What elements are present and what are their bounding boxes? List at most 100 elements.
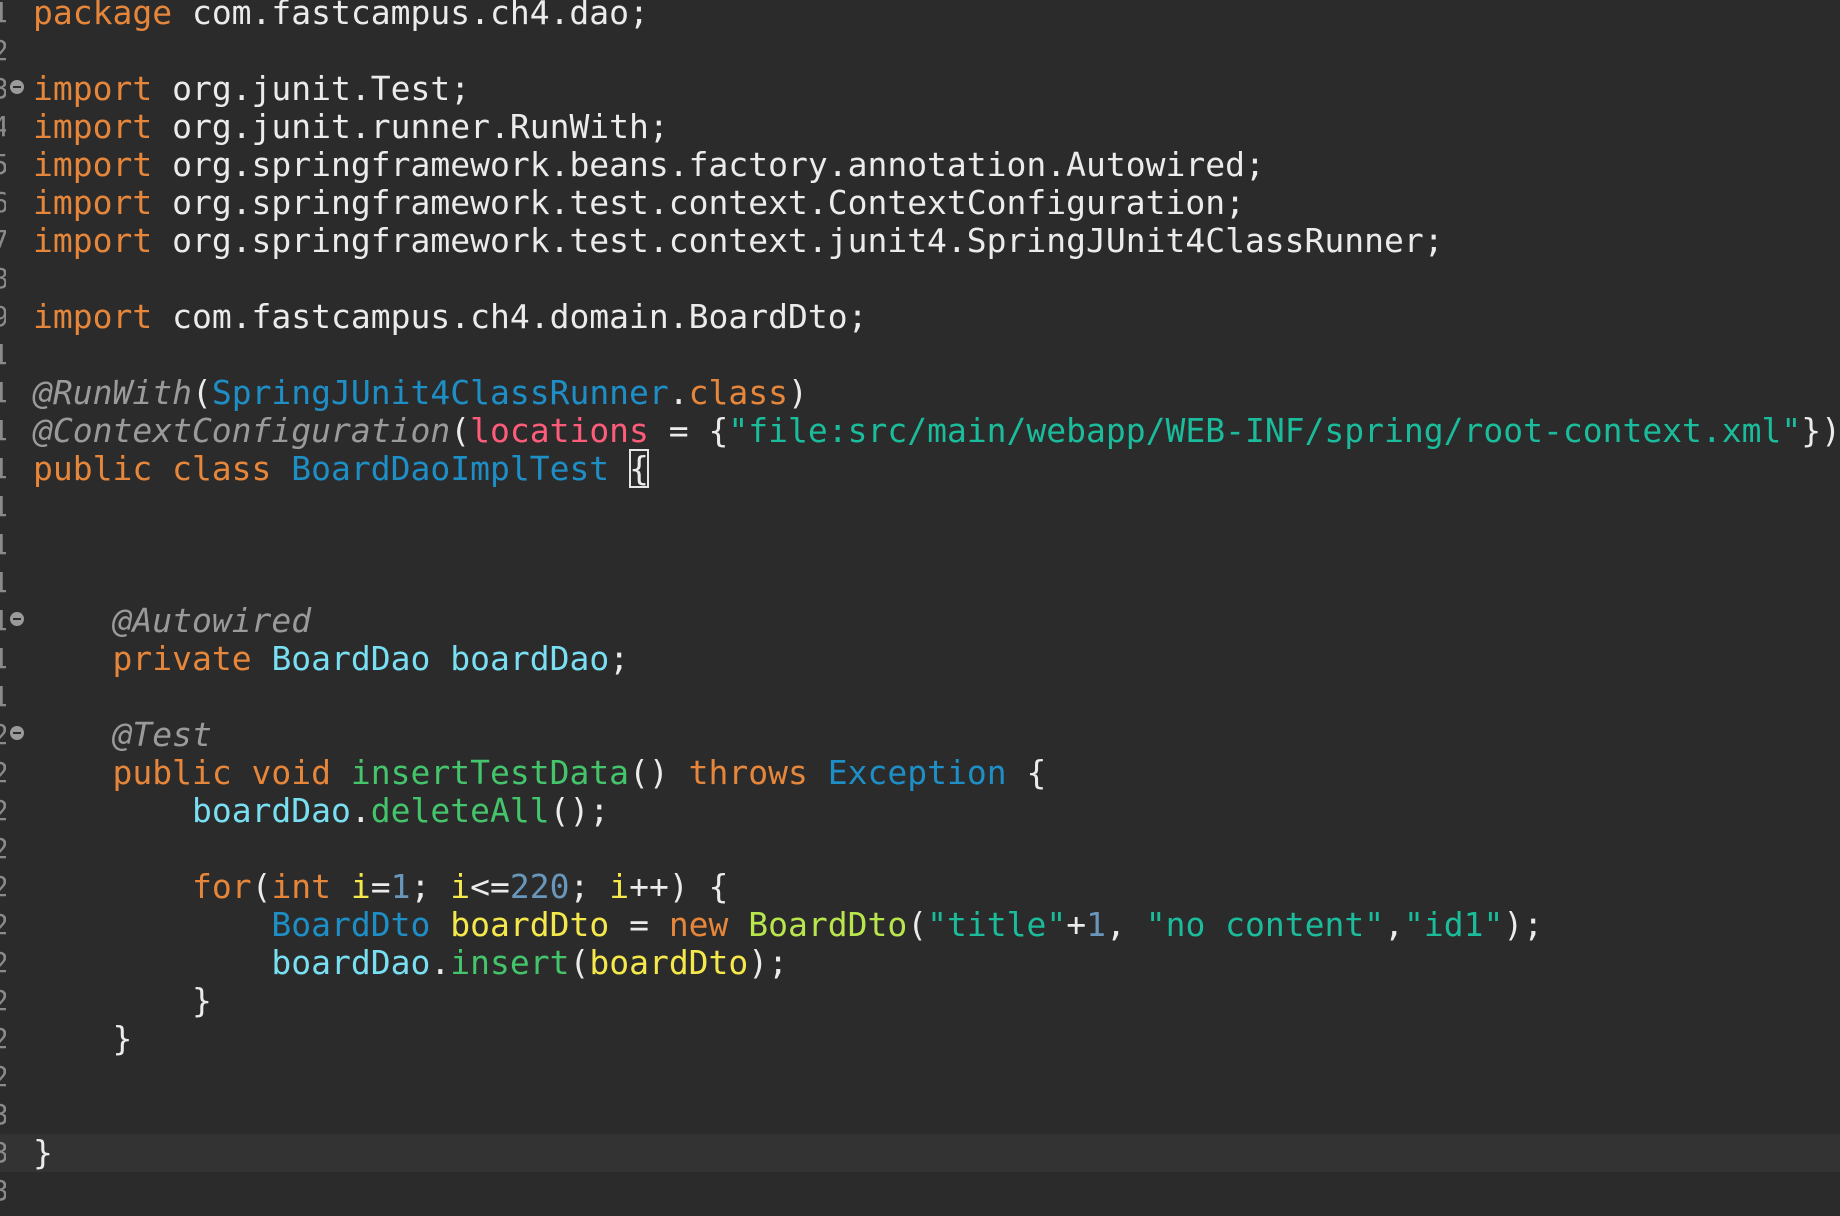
line-number: 18 [0,640,6,678]
line-number: 4 [0,108,6,146]
code-token: 1 [1086,905,1106,944]
code-token: "no content" [1145,905,1385,944]
code-token: () [629,753,689,792]
code-text: boardDao.insert(boardDto); [33,944,788,982]
code-line[interactable]: 18 private BoardDao boardDao; [0,640,1840,678]
code-text: import org.junit.Test; [33,70,470,108]
code-line[interactable]: 15 [0,526,1840,564]
code-line[interactable]: 20 @Test [0,716,1840,754]
code-line[interactable]: 1 package com.fastcampus.ch4.dao; [0,0,1840,32]
line-number: 10 [0,336,6,374]
code-line[interactable]: 11 @RunWith(SpringJUnit4ClassRunner.class… [0,374,1840,412]
code-line[interactable]: 3 import org.junit.Test; [0,70,1840,108]
line-number: 5 [0,146,6,184]
code-line[interactable]: 26 boardDao.insert(boardDto); [0,944,1840,982]
code-line[interactable]: 6 import org.springframework.test.context… [0,184,1840,222]
line-number: 11 [0,374,6,412]
line-number: 30 [0,1096,6,1134]
line-number: 6 [0,184,6,222]
code-token: "file:src/main/webapp/WEB-INF/spring/roo… [728,411,1802,450]
code-token: i [350,867,371,906]
collapse-fold-icon[interactable] [10,726,24,740]
code-token: ) [788,373,808,412]
code-token: com.fastcampus.ch4.dao; [172,0,649,32]
code-token: . [350,791,371,830]
code-line[interactable]: 10 [0,336,1840,374]
code-line[interactable]: 8 [0,260,1840,298]
code-text: @Test [33,716,211,754]
line-number: 22 [0,792,6,830]
line-number: 28 [0,1020,6,1058]
code-token: private [112,639,252,678]
code-text: BoardDto boardDto = new BoardDto("title"… [33,906,1543,944]
code-token: org.springframework.test.context.junit4.… [152,221,1444,260]
code-line[interactable]: 4 import org.junit.runner.RunWith; [0,108,1840,146]
code-token: . [668,373,689,412]
code-line[interactable]: 27 } [0,982,1840,1020]
code-editor[interactable]: 1 package com.fastcampus.ch4.dao; 23 import… [0,0,1840,1216]
code-line[interactable]: 28 } [0,1020,1840,1058]
code-token: ( [450,411,471,450]
code-line[interactable]: 13 public class BoardDaoImplTest { [0,449,1840,488]
code-token: ( [569,943,590,982]
code-line[interactable]: 7 import org.springframework.test.context… [0,222,1840,260]
code-token: @Autowired [112,601,312,640]
code-token: ++) { [629,867,729,906]
code-line[interactable]: 19 [0,678,1840,716]
collapse-fold-icon[interactable] [10,80,24,94]
code-token: boardDao [271,943,431,982]
code-token: org.junit.runner.RunWith; [152,107,669,146]
line-number: 8 [0,260,6,298]
code-token: deleteAll [370,791,550,830]
code-token: new [668,905,729,944]
code-line[interactable]: 9 import com.fastcampus.ch4.domain.BoardD… [0,298,1840,336]
code-line[interactable]: 23 [0,830,1840,868]
code-line[interactable]: 22 boardDao.deleteAll(); [0,792,1840,830]
line-number: 32 [0,1172,6,1210]
code-line[interactable]: 5 import org.springframework.beans.factor… [0,146,1840,184]
code-token: int [271,867,332,906]
code-token: + [1066,905,1087,944]
code-line[interactable]: 29 [0,1058,1840,1096]
code-token: public class [33,449,272,488]
collapse-fold-icon[interactable] [10,612,24,626]
code-token: boardDto [450,905,610,944]
code-line[interactable]: 17 @Autowired [0,602,1840,640]
code-line[interactable]: 30 [0,1096,1840,1134]
code-token: { [1006,753,1047,792]
code-line[interactable]: 12 @ContextConfiguration(locations = {"fi… [0,412,1840,450]
code-text: import org.springframework.test.context.… [33,184,1245,222]
code-token: org.springframework.beans.factory.annota… [152,145,1265,184]
code-token: import [33,297,153,336]
code-text: private BoardDao boardDao; [33,640,629,678]
code-token: , [1384,905,1404,944]
line-number: 16 [0,564,6,602]
code-line[interactable]: 16 [0,564,1840,602]
code-line[interactable]: 21 public void insertTestData() throws E… [0,754,1840,792]
line-number: 23 [0,830,6,868]
code-text: public void insertTestData() throws Exce… [33,754,1046,792]
code-line[interactable]: 2 [0,32,1840,70]
code-token: locations [470,411,649,450]
code-text: for(int i=1; i<=220; i++) { [33,868,729,906]
code-token: } [33,1133,53,1172]
code-token: Exception [827,753,1007,792]
line-number: 31 [0,1134,6,1172]
matched-bracket: { [629,449,649,488]
code-line[interactable]: 25 BoardDto boardDto = new BoardDto("tit… [0,906,1840,944]
code-text: @ContextConfiguration(locations = {"file… [33,412,1840,450]
code-token: = [609,905,669,944]
code-token: } [33,981,212,1020]
code-line[interactable]: 24 for(int i=1; i<=220; i++) { [0,868,1840,906]
code-line[interactable]: 32 [0,1172,1840,1210]
code-line[interactable]: 31} [0,1134,1840,1172]
code-token: insertTestData [350,753,630,792]
line-number: 19 [0,678,6,716]
code-line[interactable]: 14 [0,488,1840,526]
